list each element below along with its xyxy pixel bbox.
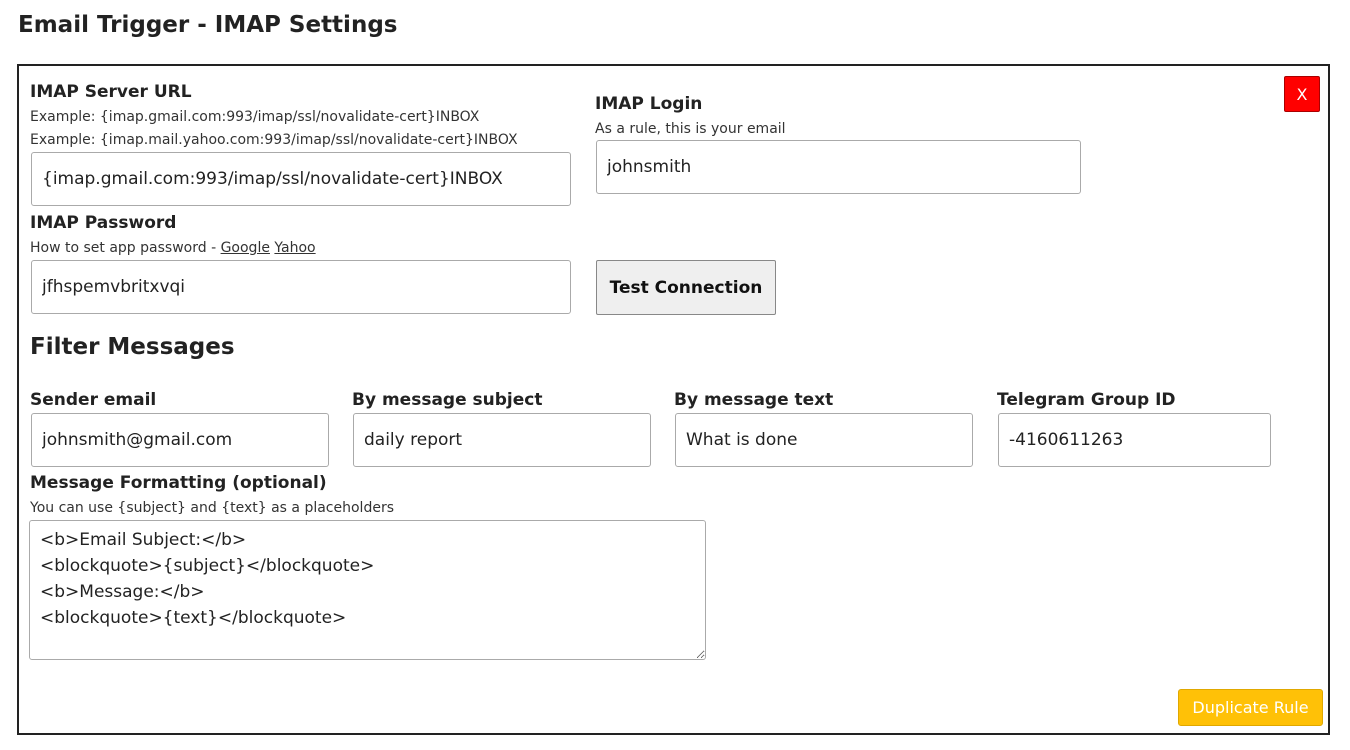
yahoo-link[interactable]: Yahoo <box>274 240 315 256</box>
page-title: Email Trigger - IMAP Settings <box>18 12 398 38</box>
subject-filter-label: By message subject <box>352 390 543 410</box>
sender-email-label: Sender email <box>30 390 157 410</box>
imap-server-example-gmail: Example: {imap.gmail.com:993/imap/ssl/no… <box>30 109 480 125</box>
test-connection-button[interactable]: Test Connection <box>596 260 776 315</box>
imap-login-hint: As a rule, this is your email <box>595 121 786 137</box>
imap-password-hint: How to set app password - Google Yahoo <box>30 240 316 256</box>
imap-login-label: IMAP Login <box>595 94 703 114</box>
formatting-hint: You can use {subject} and {text} as a pl… <box>30 500 394 516</box>
telegram-group-label: Telegram Group ID <box>997 390 1176 410</box>
imap-password-input[interactable] <box>31 260 571 314</box>
imap-password-hint-text: How to set app password - <box>30 240 221 256</box>
imap-server-input[interactable] <box>31 152 571 206</box>
text-filter-input[interactable] <box>675 413 973 467</box>
duplicate-rule-button[interactable]: Duplicate Rule <box>1178 689 1323 726</box>
rule-panel: X IMAP Server URL Example: {imap.gmail.c… <box>17 64 1330 735</box>
close-button[interactable]: X <box>1284 76 1320 112</box>
sender-email-input[interactable] <box>31 413 329 467</box>
imap-login-input[interactable] <box>596 140 1081 194</box>
imap-password-label: IMAP Password <box>30 213 177 233</box>
text-filter-label: By message text <box>674 390 834 410</box>
subject-filter-input[interactable] <box>353 413 651 467</box>
formatting-textarea[interactable]: <b>Email Subject:</b> <blockquote>{subje… <box>29 520 706 660</box>
filter-section-title: Filter Messages <box>30 334 235 360</box>
imap-server-example-yahoo: Example: {imap.mail.yahoo.com:993/imap/s… <box>30 132 518 148</box>
google-link[interactable]: Google <box>221 240 270 256</box>
telegram-group-input[interactable] <box>998 413 1271 467</box>
formatting-label: Message Formatting (optional) <box>30 473 327 493</box>
imap-server-label: IMAP Server URL <box>30 82 192 102</box>
